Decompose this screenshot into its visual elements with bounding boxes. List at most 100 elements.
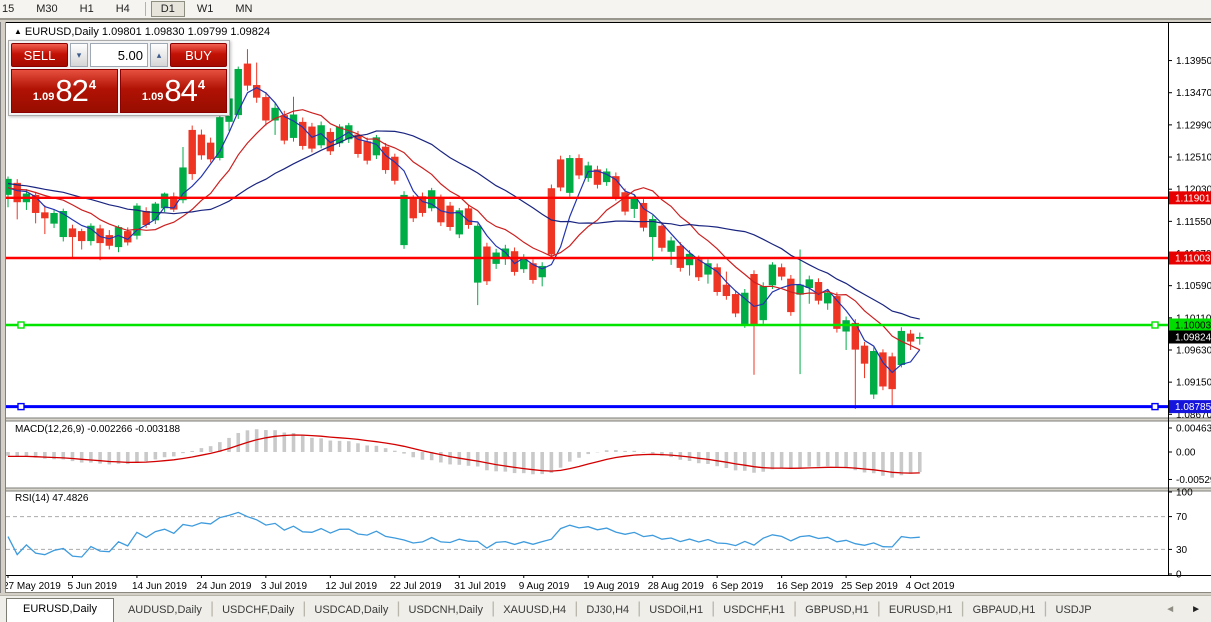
date-label: 25 Sep 2019 xyxy=(841,581,898,592)
price-label-support-blue: 1.08785 xyxy=(1175,402,1211,413)
ma-line-22 xyxy=(8,131,920,319)
buy-button[interactable]: BUY xyxy=(170,43,227,67)
candle-body xyxy=(382,147,389,170)
date-label: 16 Sep 2019 xyxy=(777,581,834,592)
rsi-tick-label: 70 xyxy=(1176,512,1188,523)
tab-usdchf-h1[interactable]: USDCHF,H1 xyxy=(715,600,793,622)
price-tick-label: 1.13950 xyxy=(1176,56,1211,67)
candle-body xyxy=(97,229,104,243)
candle-body xyxy=(69,229,76,237)
tab-audusd-daily[interactable]: AUDUSD,Daily xyxy=(120,600,210,622)
candle-body xyxy=(235,69,242,115)
date-label: 28 Aug 2019 xyxy=(648,581,705,592)
timeframe-button-15[interactable]: 15 xyxy=(0,1,24,17)
hline-marker[interactable] xyxy=(18,322,24,328)
tab-usdjp[interactable]: USDJP xyxy=(1048,600,1100,622)
price-tick-label: 1.09630 xyxy=(1176,345,1211,356)
current-price-label: 1.09824 xyxy=(1175,332,1211,343)
candle-body xyxy=(180,168,187,200)
candle-body xyxy=(78,231,85,240)
candle-body xyxy=(870,351,877,394)
chart-title-text: EURUSD,Daily 1.09801 1.09830 1.09799 1.0… xyxy=(25,26,270,38)
buy-price-big: 84 xyxy=(164,73,196,109)
candle-body xyxy=(631,199,638,208)
tab-usdchf-daily[interactable]: USDCHF,Daily xyxy=(214,600,302,622)
volume-increase-button[interactable]: ▴ xyxy=(150,43,168,67)
candle-body xyxy=(410,199,417,218)
tab-scroll-left-icon[interactable]: ◄ xyxy=(1165,604,1175,615)
candle-body xyxy=(336,127,343,143)
volume-input[interactable] xyxy=(90,43,148,67)
price-tick-label: 1.13470 xyxy=(1176,88,1211,99)
tab-gbpaud-h1[interactable]: GBPAUD,H1 xyxy=(965,600,1044,622)
candle-body xyxy=(668,241,675,252)
toolbar-separator xyxy=(145,2,146,16)
tab-scroll-right-icon[interactable]: ► xyxy=(1191,604,1201,615)
sell-price-display[interactable]: 1.09 82 4 xyxy=(11,69,118,113)
tab-eurusd-daily[interactable]: EURUSD,Daily xyxy=(6,598,114,622)
candle-body xyxy=(189,130,196,174)
candle-body xyxy=(686,254,693,265)
candle-body xyxy=(659,226,666,247)
macd-tick-label: -0.005299 xyxy=(1176,475,1211,486)
timeframe-button-H4[interactable]: H4 xyxy=(106,1,140,17)
candle-body xyxy=(106,235,113,245)
candle-body xyxy=(861,346,868,363)
buy-price-sup: 4 xyxy=(198,77,205,92)
candle-body xyxy=(566,158,573,192)
timeframe-button-M30[interactable]: M30 xyxy=(26,1,67,17)
candle-body xyxy=(778,268,785,277)
macd-tick-label: 0.00463 xyxy=(1176,424,1211,435)
price-tick-label: 1.11550 xyxy=(1176,217,1211,228)
price-tick-label: 1.12510 xyxy=(1176,153,1211,164)
tab-scroll-arrows: ◄ ► xyxy=(1159,604,1201,615)
date-label: 24 Jun 2019 xyxy=(196,581,251,592)
price-tick-label: 1.10590 xyxy=(1176,281,1211,292)
buy-price-prefix: 1.09 xyxy=(142,91,163,103)
sell-price-sup: 4 xyxy=(89,77,96,92)
buy-price-display[interactable]: 1.09 84 4 xyxy=(120,69,227,113)
date-label: 9 Aug 2019 xyxy=(519,581,570,592)
candle-body xyxy=(474,226,481,282)
tab-xauusd-h4[interactable]: XAUUSD,H4 xyxy=(495,600,574,622)
chart-window: 1.139501.134701.129901.125101.120301.115… xyxy=(6,22,1211,593)
tab-usdcnh-daily[interactable]: USDCNH,Daily xyxy=(401,600,492,622)
candle-body xyxy=(815,282,822,300)
tab-eurusd-h1[interactable]: EURUSD,H1 xyxy=(881,600,961,622)
hline-marker[interactable] xyxy=(18,404,24,410)
hline-marker[interactable] xyxy=(1152,322,1158,328)
tab-usdoil-h1[interactable]: USDOil,H1 xyxy=(641,600,711,622)
rsi-tick-label: 0 xyxy=(1176,570,1182,581)
timeframe-button-H1[interactable]: H1 xyxy=(70,1,104,17)
macd-tick-label: 0.00 xyxy=(1176,448,1196,459)
candle-body xyxy=(401,195,408,245)
tab-gbpusd-h1[interactable]: GBPUSD,H1 xyxy=(797,600,877,622)
candle-body xyxy=(244,64,251,85)
candle-body xyxy=(557,160,564,187)
candle-body xyxy=(797,285,804,294)
sell-price-big: 82 xyxy=(55,73,87,109)
date-label: 12 Jul 2019 xyxy=(325,581,377,592)
timeframe-button-W1[interactable]: W1 xyxy=(187,1,224,17)
candle-body xyxy=(161,194,168,208)
symbol-marker-icon: ▲ xyxy=(14,27,22,36)
date-label: 22 Jul 2019 xyxy=(390,581,442,592)
chart-tab-bar: EURUSD,DailyAUDUSD,Daily|USDCHF,Daily|US… xyxy=(0,595,1211,622)
volume-decrease-button[interactable]: ▾ xyxy=(70,43,88,67)
price-tick-label: 1.09150 xyxy=(1176,378,1211,389)
timeframe-button-D1[interactable]: D1 xyxy=(151,1,185,17)
macd-indicator-label: MACD(12,26,9) -0.002266 -0.003188 xyxy=(15,424,180,435)
price-label-resistance-upper: 1.11901 xyxy=(1175,193,1211,204)
sell-button[interactable]: SELL xyxy=(11,43,68,67)
candle-body xyxy=(143,211,150,224)
hline-marker[interactable] xyxy=(1152,404,1158,410)
rsi-tick-label: 30 xyxy=(1176,545,1188,556)
timeframe-button-MN[interactable]: MN xyxy=(225,1,262,17)
tab-usdcad-daily[interactable]: USDCAD,Daily xyxy=(306,600,396,622)
candle-body xyxy=(465,209,472,225)
candle-body xyxy=(364,142,371,161)
candle-body xyxy=(484,247,491,281)
tab-dj30-h4[interactable]: DJ30,H4 xyxy=(578,600,637,622)
candle-body xyxy=(281,115,288,140)
candle-body xyxy=(769,265,776,285)
